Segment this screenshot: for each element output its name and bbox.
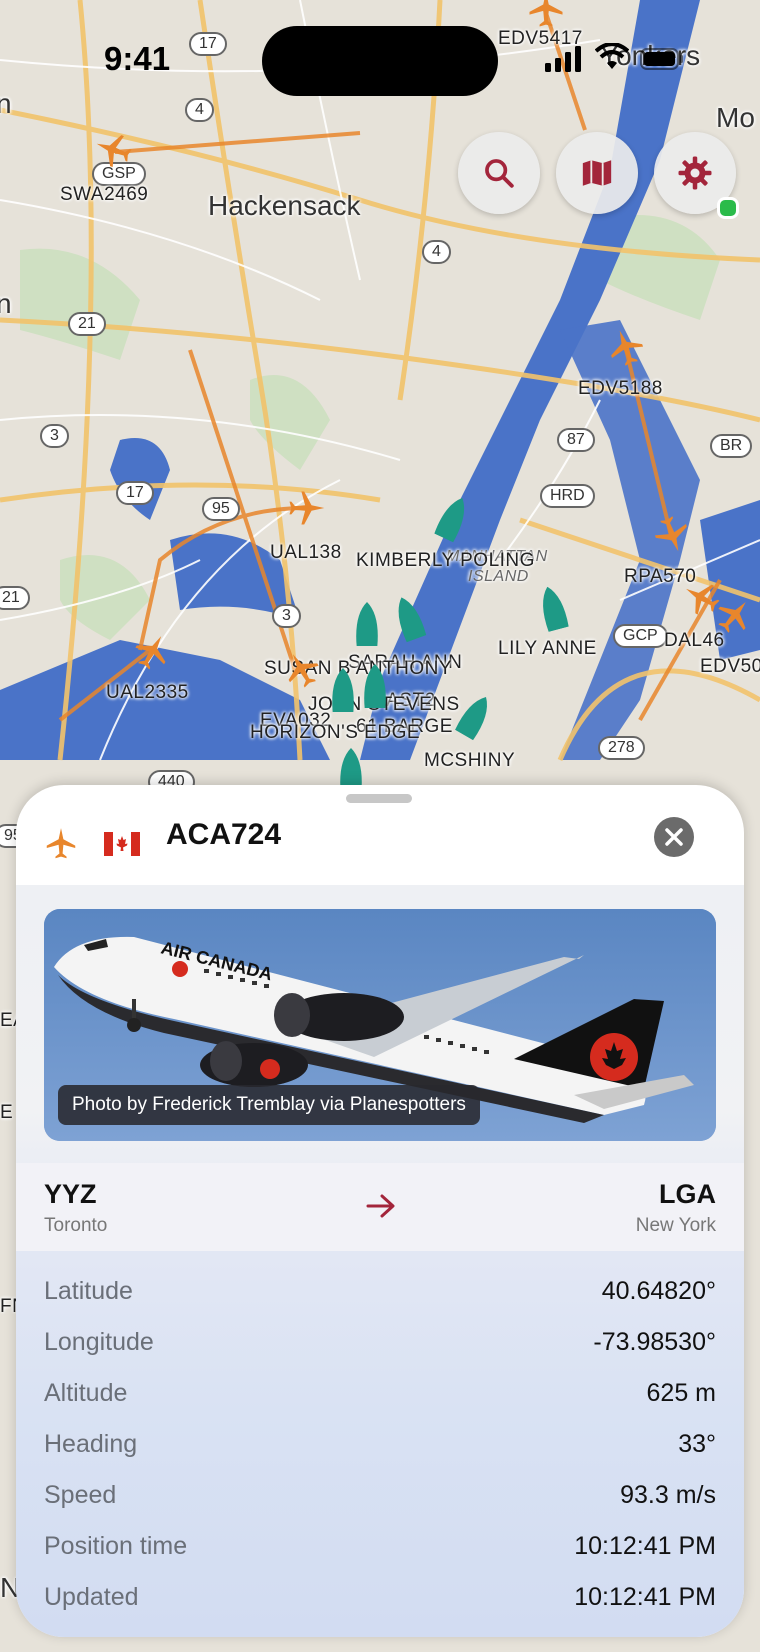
origin-code: YYZ	[44, 1179, 97, 1209]
destination-city: New York	[635, 1215, 716, 1236]
flight-label[interactable]: EDV50	[700, 656, 760, 678]
road-shield: 4	[185, 98, 214, 122]
detail-row-heading: Heading 33°	[44, 1430, 716, 1470]
detail-label: Longitude	[44, 1328, 154, 1356]
map-style-button[interactable]	[556, 132, 638, 214]
detail-label: Speed	[44, 1481, 117, 1509]
photo-credit[interactable]: Photo by Frederick Tremblay via Planespo…	[58, 1085, 480, 1125]
detail-row-longitude: Longitude -73.98530°	[44, 1328, 716, 1368]
detail-value: 10:12:41 PM	[574, 1532, 716, 1560]
detail-row-updated: Updated 10:12:41 PM	[44, 1583, 716, 1623]
detail-label: Altitude	[44, 1379, 128, 1407]
detail-value: 33°	[678, 1430, 716, 1458]
detail-value: 625 m	[646, 1379, 716, 1407]
sheet-header	[16, 805, 744, 885]
place-label: Hackensack	[208, 190, 361, 221]
detail-label: Heading	[44, 1430, 138, 1458]
flight-label[interactable]: UAL138	[270, 542, 342, 564]
flight-label[interactable]: UAL2335	[106, 682, 189, 704]
vessel-label[interactable]: HORIZON'S EDGE	[250, 722, 420, 744]
airplane-icon[interactable]	[524, 0, 568, 32]
road-shield: 4	[422, 240, 451, 264]
close-button[interactable]	[654, 817, 694, 857]
detail-row-altitude: Altitude 625 m	[44, 1379, 716, 1419]
flight-label[interactable]: EDV5188	[578, 378, 663, 400]
road-shield: 87	[557, 428, 595, 452]
vessel-icon[interactable]	[362, 664, 388, 708]
destination-code: LGA	[659, 1179, 716, 1209]
road-shield: 3	[40, 424, 69, 448]
map-screen: 17 4 GSP 21 4 3 87 BR 17 95 HRD 3 21 GCP…	[0, 0, 760, 1652]
wifi-icon	[595, 43, 629, 69]
flight-label[interactable]: SWA2469	[60, 184, 148, 206]
origin-city: Toronto	[44, 1215, 108, 1236]
detail-row-speed: Speed 93.3 m/s	[44, 1481, 716, 1521]
place-label: Mo	[716, 102, 755, 133]
vessel-label[interactable]: KIMBERLY POLING	[356, 550, 535, 572]
place-label: n	[0, 88, 12, 119]
gear-icon	[678, 156, 712, 190]
road-shield: 21	[0, 586, 30, 610]
route-row: YYZ Toronto LGA New York	[16, 1163, 744, 1251]
dynamic-island	[262, 26, 498, 96]
flight-detail-sheet: ACA724 AIR CANADA Photo by Frederick Tre…	[16, 785, 744, 1637]
close-icon	[665, 828, 683, 846]
road-shield: 17	[189, 32, 227, 56]
status-time: 9:41	[104, 40, 171, 77]
detail-label: Latitude	[44, 1277, 133, 1305]
road-shield: BR	[710, 434, 753, 458]
place-label: E	[0, 1102, 14, 1123]
flight-callsign: ACA724	[166, 818, 282, 851]
detail-value: 93.3 m/s	[620, 1481, 716, 1509]
road-shield: 17	[116, 481, 154, 505]
battery-icon	[640, 48, 683, 70]
road-shield: 21	[68, 312, 106, 336]
road-shield: 95	[202, 497, 240, 521]
road-shield: 278	[598, 736, 645, 760]
flight-label[interactable]: DAL46	[664, 630, 725, 652]
airplane-icon[interactable]	[284, 486, 328, 530]
cellular-signal-icon	[545, 46, 581, 72]
detail-label: Position time	[44, 1532, 188, 1560]
sheet-drag-handle[interactable]	[346, 794, 412, 803]
map-icon	[582, 160, 612, 186]
detail-row-latitude: Latitude 40.64820°	[44, 1277, 716, 1317]
canada-flag-icon	[104, 832, 140, 856]
road-shield: HRD	[540, 484, 595, 508]
search-icon	[485, 159, 514, 188]
arrow-right-icon	[366, 1194, 395, 1218]
status-dot	[717, 197, 739, 219]
detail-row-position-time: Position time 10:12:41 PM	[44, 1532, 716, 1572]
detail-value: -73.98530°	[593, 1328, 716, 1356]
vessel-icon[interactable]	[330, 668, 356, 712]
vessel-icon[interactable]	[354, 602, 380, 646]
detail-value: 40.64820°	[601, 1277, 716, 1305]
place-label: n	[0, 288, 12, 319]
search-button[interactable]	[458, 132, 540, 214]
vessel-label[interactable]: LILY ANNE	[498, 638, 597, 660]
detail-value: 10:12:41 PM	[574, 1583, 716, 1611]
road-shield: 3	[272, 604, 301, 628]
detail-label: Updated	[44, 1583, 139, 1611]
aircraft-photo[interactable]: AIR CANADA Photo by Frederick Tremblay v…	[44, 909, 716, 1141]
road-shield: GCP	[613, 624, 668, 648]
airplane-icon	[46, 828, 76, 859]
vessel-label[interactable]: MCSHINY	[424, 750, 515, 772]
